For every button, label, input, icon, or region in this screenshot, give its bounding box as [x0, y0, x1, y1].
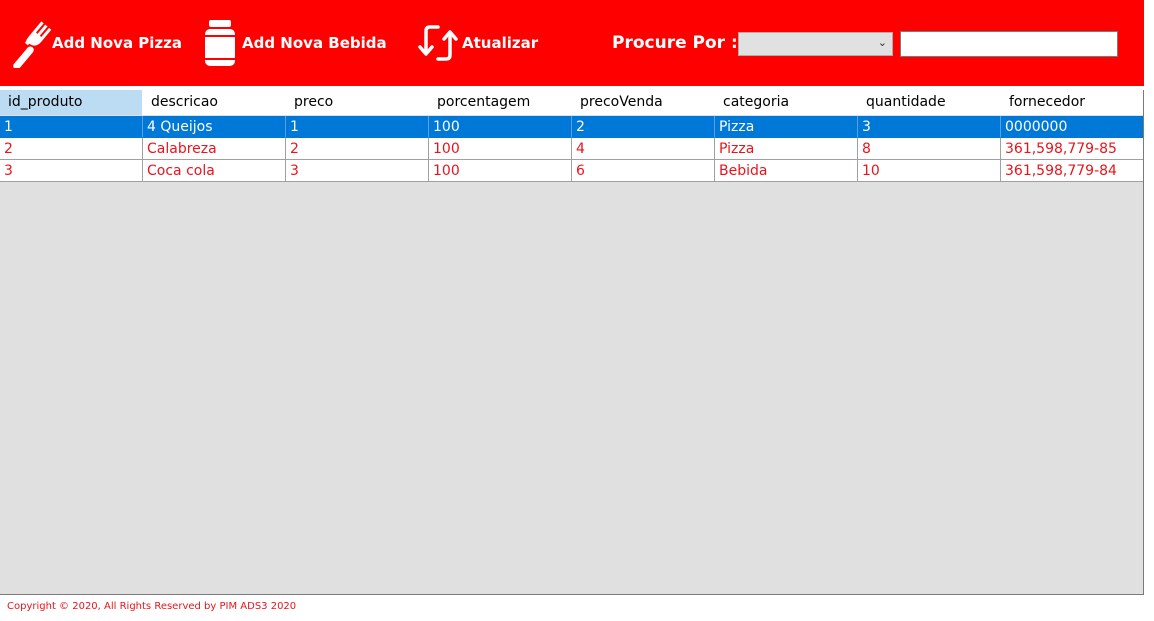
cell-descricao[interactable]: 4 Queijos [143, 116, 286, 138]
cell-preco[interactable]: 2 [286, 138, 429, 160]
column-header-descricao[interactable]: descricao [143, 90, 286, 115]
refresh-button[interactable]: Atualizar [414, 0, 538, 86]
refresh-icon [414, 19, 462, 67]
products-grid[interactable]: id_produto descricao preco porcentagem preco… [0, 90, 1144, 595]
cell-porcentagem[interactable]: 100 [429, 160, 572, 182]
cell-categoria[interactable]: Pizza [715, 116, 858, 138]
cell-quantidade[interactable]: 10 [858, 160, 1001, 182]
toolbar: Add Nova Pizza Add Nova Bebida Atualizar… [0, 0, 1144, 86]
cell-porcentagem[interactable]: 100 [429, 116, 572, 138]
cell-precovenda[interactable]: 2 [572, 116, 715, 138]
table-row[interactable]: 3 Coca cola 3 100 6 Bebida 10 361,598,779-84 [0, 160, 1143, 182]
cell-quantidade[interactable]: 8 [858, 138, 1001, 160]
cell-id_produto[interactable]: 1 [0, 116, 143, 138]
add-pizza-button[interactable]: Add Nova Pizza [4, 0, 182, 86]
grid-header: id_produto descricao preco porcentagem preco… [0, 90, 1143, 115]
column-header-categoria[interactable]: categoria [715, 90, 858, 115]
add-bebida-button[interactable]: Add Nova Bebida [198, 0, 387, 86]
cell-fornecedor[interactable]: 361,598,779-84 [1001, 160, 1143, 182]
cell-fornecedor[interactable]: 0000000 [1001, 116, 1143, 138]
table-row[interactable]: 14 Queijos 1 100 2 Pizza 3 0000000 [0, 116, 1143, 138]
search-label: Procure Por : [612, 33, 738, 53]
cell-descricao[interactable]: Coca cola [143, 160, 286, 182]
column-header-porcentagem[interactable]: porcentagem [429, 90, 572, 115]
cell-id_produto[interactable]: 2 [0, 138, 143, 160]
refresh-label: Atualizar [462, 34, 539, 52]
fork-icon [4, 18, 52, 68]
footer-copyright: Copyright © 2020, All Rights Reserved by… [7, 601, 297, 612]
column-header-preco[interactable]: preco [286, 90, 429, 115]
table-row[interactable]: 2 Calabreza 2 100 4 Pizza 8 361,598,779-85 [0, 138, 1143, 160]
search-field-select[interactable]: ⌄ [738, 32, 893, 56]
cell-fornecedor[interactable]: 361,598,779-85 [1001, 138, 1143, 160]
add-pizza-label: Add Nova Pizza [52, 34, 183, 52]
cell-categoria[interactable]: Bebida [715, 160, 858, 182]
column-header-quantidade[interactable]: quantidade [858, 90, 1001, 115]
cell-preco[interactable]: 1 [286, 116, 429, 138]
cell-descricao[interactable]: Calabreza [143, 138, 286, 160]
cell-categoria[interactable]: Pizza [715, 138, 858, 160]
cell-porcentagem[interactable]: 100 [429, 138, 572, 160]
column-header-fornecedor[interactable]: fornecedor [1001, 90, 1143, 115]
column-header-precovenda[interactable]: precoVenda [572, 90, 715, 115]
cell-quantidade[interactable]: 3 [858, 116, 1001, 138]
cell-precovenda[interactable]: 6 [572, 160, 715, 182]
add-bebida-label: Add Nova Bebida [242, 34, 387, 52]
column-header-id_produto[interactable]: id_produto [0, 90, 143, 115]
search-input[interactable] [900, 31, 1118, 57]
cell-id_produto[interactable]: 3 [0, 160, 143, 182]
chevron-down-icon: ⌄ [877, 36, 887, 49]
cell-preco[interactable]: 3 [286, 160, 429, 182]
cell-precovenda[interactable]: 4 [572, 138, 715, 160]
jar-icon [198, 18, 242, 68]
